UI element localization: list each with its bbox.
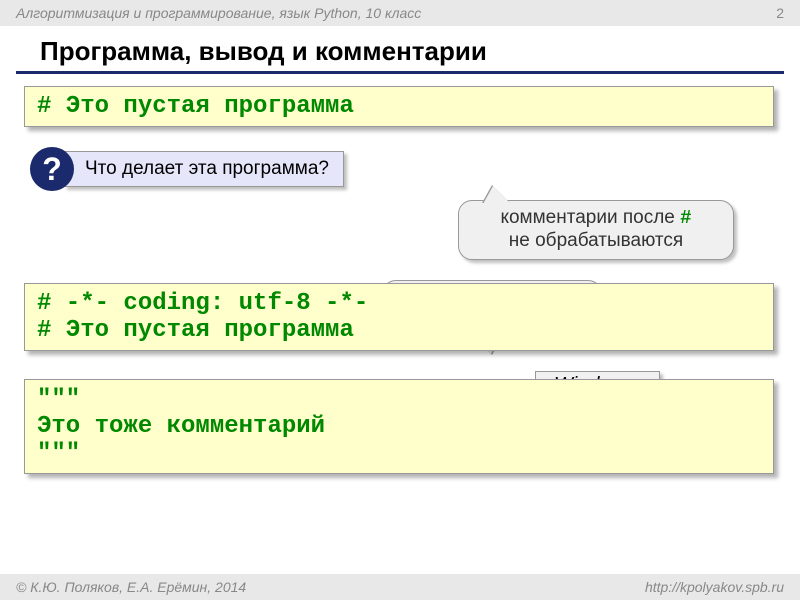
code-line: # Это пустая программа	[37, 93, 761, 120]
header-bar: Алгоритмизация и программирование, язык …	[0, 0, 800, 26]
breadcrumb: Алгоритмизация и программирование, язык …	[16, 5, 421, 21]
speech-text: не обрабатываются	[509, 230, 683, 251]
code-line: """	[37, 386, 761, 413]
code-block-3: """ Это тоже комментарий """	[24, 379, 774, 474]
code-line: """	[37, 440, 761, 467]
code-line: # -*- coding: utf-8 -*-	[37, 290, 761, 317]
hash-icon: #	[680, 207, 691, 229]
question-row: ? Что делает эта программа?	[30, 147, 776, 191]
speech-bubble-comments: комментарии после # не обрабатываются	[458, 200, 734, 260]
question-box: Что делает эта программа?	[64, 151, 344, 187]
content-area: # Это пустая программа ? Что делает эта …	[0, 74, 800, 486]
page-number: 2	[776, 5, 784, 21]
code-block-2: # -*- coding: utf-8 -*- # Это пустая про…	[24, 283, 774, 351]
footer-bar: © К.Ю. Поляков, Е.А. Ерёмин, 2014 http:/…	[0, 574, 800, 600]
code-line: # Это пустая программа	[37, 317, 761, 344]
page-title: Программа, вывод и комментарии	[16, 26, 784, 74]
speech-text: комментарии после	[500, 207, 680, 228]
question-mark-icon: ?	[30, 147, 74, 191]
code-block-1: # Это пустая программа	[24, 86, 774, 127]
source-url: http://kpolyakov.spb.ru	[645, 579, 784, 595]
code-line: Это тоже комментарий	[37, 413, 761, 440]
tail-icon	[483, 186, 511, 204]
copyright: © К.Ю. Поляков, Е.А. Ерёмин, 2014	[16, 579, 246, 595]
